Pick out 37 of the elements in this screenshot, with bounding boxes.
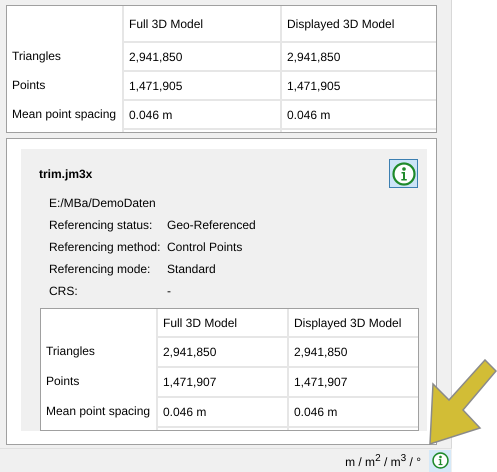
table-cell: 1,471,907	[287, 366, 418, 396]
table-cell: 0.046 m	[280, 99, 436, 128]
info-button[interactable]	[389, 159, 418, 188]
row-label: Points	[45, 373, 80, 390]
table-cell: 1,471,905	[122, 70, 280, 99]
table-cell: 2,941,850	[287, 336, 418, 366]
property-value: Standard	[167, 261, 217, 278]
info-icon	[432, 452, 448, 469]
table-cell: 1,471,905	[280, 70, 436, 99]
table-cell: 0.046 m	[156, 396, 287, 426]
table-cell: 1,471,907	[156, 366, 287, 396]
column-header: Displayed 3D Model	[287, 309, 418, 336]
info-icon	[392, 162, 416, 186]
property-label: Referencing status:	[49, 217, 154, 234]
table-cell: 2,941,850	[156, 336, 287, 366]
property-value: -	[167, 283, 172, 300]
row-label: Mean point spacing	[11, 106, 118, 122]
table-cell: 2,941,850	[122, 41, 280, 70]
property-value: Geo-Referenced	[167, 217, 257, 234]
row-label: Triangles	[11, 48, 62, 64]
column-header: Full 3D Model	[156, 309, 287, 336]
property-label: CRS:	[49, 283, 79, 300]
units-label: m / m$^{2}$ / m$^{3}$ / °	[345, 452, 421, 468]
row-label: Points	[11, 76, 46, 94]
row-label: Mean point spacing	[45, 403, 152, 420]
property-value: Control Points	[167, 239, 244, 256]
table-cell: 0.046 m	[287, 396, 418, 426]
row-label: Triangles	[45, 343, 96, 360]
property-label: Referencing mode:	[49, 261, 152, 278]
column-header: Full 3D Model	[122, 6, 280, 41]
table-cell: 0.046 m	[122, 99, 280, 128]
table-cell: 2,941,850	[280, 41, 436, 70]
model-title: trim.jm3x	[39, 166, 92, 180]
model-path: E:/MBa/DemoDaten	[49, 195, 157, 212]
info-button[interactable]	[429, 450, 451, 472]
column-header: Displayed 3D Model	[280, 6, 436, 41]
property-label: Referencing method:	[49, 239, 162, 256]
